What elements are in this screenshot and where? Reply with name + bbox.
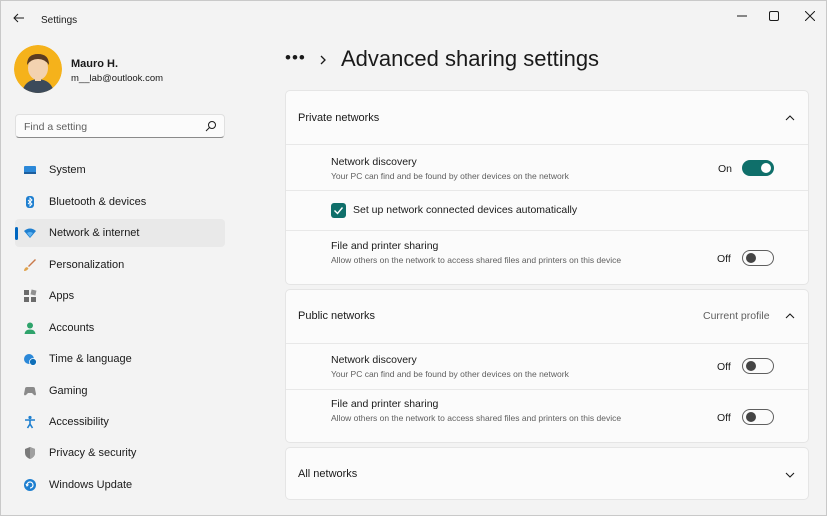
toggle-knob (746, 412, 756, 422)
private-networks-header[interactable]: Private networks (286, 91, 808, 144)
file-sharing-title: File and printer sharing (331, 398, 439, 410)
breadcrumb-chevron-icon (320, 55, 326, 65)
breadcrumb-more-button[interactable]: ••• (285, 48, 306, 68)
all-networks-section[interactable]: All networks (285, 447, 809, 500)
chevron-down-icon (785, 472, 795, 478)
section-title: Public networks (298, 310, 376, 322)
globe-clock-icon (24, 354, 37, 366)
user-name: Mauro H. (71, 58, 119, 70)
sidebar-item-accounts[interactable]: Accounts (15, 314, 225, 342)
sidebar-item-label: Accounts (49, 322, 95, 334)
close-icon (805, 11, 815, 21)
auto-setup-label[interactable]: Set up network connected devices automat… (353, 204, 577, 216)
toggle-state-label: On (718, 163, 733, 175)
divider (286, 190, 808, 191)
gamepad-icon (24, 387, 36, 396)
shield-icon (25, 447, 35, 459)
sidebar-item-privacy[interactable]: Privacy & security (15, 439, 225, 467)
page-title: Advanced sharing settings (341, 46, 600, 71)
sidebar-item-personalization[interactable]: Personalization (15, 251, 225, 279)
apps-icon (24, 289, 37, 302)
sidebar-item-label: Personalization (49, 259, 125, 271)
sidebar-item-label: Privacy & security (49, 447, 137, 459)
chevron-up-icon (785, 115, 795, 121)
network-discovery-desc: Your PC can find and be found by other d… (331, 171, 569, 181)
divider (286, 144, 808, 145)
maximize-icon (769, 11, 779, 21)
user-email: m__lab@outlook.com (71, 73, 164, 84)
sidebar-item-label: System (49, 164, 86, 176)
auto-setup-checkbox[interactable] (331, 203, 346, 218)
sidebar-item-label: Network & internet (49, 227, 140, 239)
private-network-discovery-toggle[interactable] (742, 160, 774, 176)
brush-icon (24, 259, 36, 271)
app-title: Settings (41, 15, 78, 26)
back-button[interactable] (10, 10, 28, 26)
toggle-state-label: Off (717, 361, 731, 373)
sidebar-item-label: Apps (49, 290, 75, 302)
sidebar-item-system[interactable]: System (15, 156, 225, 184)
sidebar-item-bluetooth[interactable]: Bluetooth & devices (15, 188, 225, 216)
close-button[interactable] (799, 7, 821, 25)
settings-window: Settings Mauro H. m__lab@outlook.com Fin… (0, 0, 827, 516)
file-sharing-desc: Allow others on the network to access sh… (331, 413, 622, 423)
title-bar: Settings (1, 1, 826, 33)
public-networks-section: Public networks Current profile Network … (285, 289, 809, 443)
search-input[interactable]: Find a setting (15, 114, 225, 138)
sidebar-item-label: Bluetooth & devices (49, 196, 147, 208)
toggle-knob (761, 163, 771, 173)
avatar[interactable] (14, 45, 62, 93)
sidebar-item-label: Time & language (49, 353, 132, 365)
file-sharing-title: File and printer sharing (331, 240, 439, 252)
back-arrow-icon (13, 13, 24, 23)
avatar-image (14, 45, 62, 93)
section-title: All networks (298, 468, 358, 480)
divider (286, 343, 808, 344)
public-file-sharing-toggle[interactable] (742, 409, 774, 425)
network-discovery-desc: Your PC can find and be found by other d… (331, 369, 569, 379)
sidebar-item-gaming[interactable]: Gaming (15, 377, 225, 405)
sidebar-item-label: Windows Update (49, 479, 133, 491)
update-icon (24, 479, 36, 491)
public-networks-header[interactable]: Public networks Current profile (286, 290, 808, 343)
sidebar-item-apps[interactable]: Apps (15, 282, 225, 310)
divider (286, 230, 808, 231)
divider (286, 389, 808, 390)
network-discovery-title: Network discovery (331, 156, 417, 168)
public-network-discovery-toggle[interactable] (742, 358, 774, 374)
toggle-state-label: Off (717, 412, 731, 424)
search-placeholder: Find a setting (24, 121, 88, 133)
search-icon (205, 121, 216, 132)
accessibility-icon (25, 415, 35, 429)
accounts-icon (24, 322, 36, 334)
sidebar-item-network[interactable]: Network & internet (15, 219, 225, 247)
section-title: Private networks (298, 112, 380, 124)
private-file-sharing-toggle[interactable] (742, 250, 774, 266)
network-discovery-title: Network discovery (331, 354, 417, 366)
sidebar-item-label: Accessibility (49, 416, 109, 428)
toggle-state-label: Off (717, 253, 731, 265)
chevron-up-icon (785, 313, 795, 319)
system-icon (24, 166, 36, 174)
sidebar-item-accessibility[interactable]: Accessibility (15, 408, 225, 436)
network-icon (24, 228, 36, 238)
private-networks-section: Private networks Network discovery Your … (285, 90, 809, 285)
toggle-knob (746, 361, 756, 371)
current-profile-badge: Current profile (703, 310, 770, 322)
toggle-knob (746, 253, 756, 263)
file-sharing-desc: Allow others on the network to access sh… (331, 255, 622, 265)
checkmark-icon (334, 207, 344, 215)
maximize-button[interactable] (763, 7, 785, 25)
active-indicator (15, 227, 18, 240)
minimize-icon (737, 15, 747, 17)
bluetooth-icon (26, 196, 34, 208)
sidebar-item-time-language[interactable]: Time & language (15, 345, 225, 373)
sidebar-item-windows-update[interactable]: Windows Update (15, 471, 225, 499)
minimize-button[interactable] (731, 7, 753, 25)
sidebar-item-label: Gaming (49, 385, 88, 397)
